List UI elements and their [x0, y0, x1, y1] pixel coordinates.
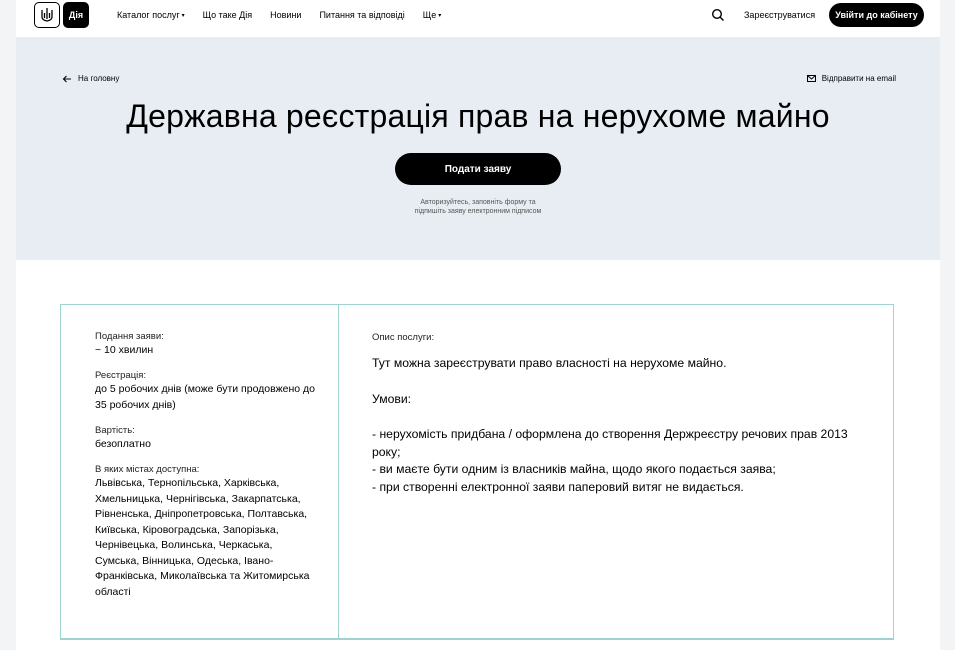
submission-time-label: Подання заяви:: [95, 331, 164, 342]
nav-item-faq[interactable]: Питання та відповіді: [319, 10, 404, 20]
nav-item-label: Питання та відповіді: [319, 10, 405, 20]
cost-label: Вартість:: [95, 425, 135, 436]
back-link[interactable]: На головну: [62, 74, 119, 83]
scrollbar[interactable]: [955, 0, 967, 650]
cost-value: безоплатно: [95, 438, 151, 450]
register-link[interactable]: Зареєструватися: [744, 10, 815, 20]
apply-hint: Авторизуйтесь, заповніть форму та підпиш…: [378, 198, 578, 216]
registration-time-label: Реєстрація:: [95, 370, 147, 381]
login-button[interactable]: Увійти до кабінету: [829, 3, 924, 27]
nav-item-label: Новини: [270, 10, 302, 20]
nav-item-label: Каталог послуг: [117, 10, 180, 20]
top-header: Дія Каталог послуг ▾ Що таке Дія Новини …: [16, 0, 940, 37]
nav-item-catalog[interactable]: Каталог послуг ▾: [117, 10, 185, 20]
service-info-card: Подання заяви: ~ 10 хвилин Реєстрація: д…: [60, 304, 894, 640]
chevron-down-icon: ▾: [438, 12, 442, 19]
registration-time-value: до 5 робочих днів (може бути продовжено …: [95, 383, 315, 411]
description-label: Опис послуги:: [372, 332, 435, 343]
condition-item: - при створенні електронної заяви паперо…: [372, 479, 744, 494]
nav-item-news[interactable]: Новини: [270, 10, 301, 20]
conditions-title: Умови:: [372, 391, 412, 406]
cost: Вартість: безоплатно: [95, 425, 315, 453]
mail-icon: [806, 75, 816, 82]
apply-button[interactable]: Подати заяву: [395, 153, 561, 185]
submission-time-value: ~ 10 хвилин: [95, 344, 154, 356]
send-email-link[interactable]: Відправити на email: [806, 74, 896, 83]
submission-time: Подання заяви: ~ 10 хвилин: [95, 331, 315, 359]
description-body: Тут можна зареєструвати право власності …: [372, 355, 872, 496]
arrow-left-icon: [62, 75, 71, 82]
dia-logo[interactable]: Дія: [63, 2, 89, 28]
trident-logo-icon[interactable]: [34, 2, 60, 28]
main-nav: Каталог послуг ▾ Що таке Дія Новини Пита…: [117, 0, 441, 30]
registration-time: Реєстрація: до 5 робочих днів (може бути…: [95, 370, 315, 413]
available-regions-label: В яких містах доступна:: [95, 464, 200, 475]
service-description: Опис послуги: Тут можна зареєструвати пр…: [339, 305, 893, 638]
page-title: Державна реєстрація прав на нерухоме май…: [126, 98, 830, 134]
service-facts: Подання заяви: ~ 10 хвилин Реєстрація: д…: [61, 305, 339, 638]
nav-item-what-is-dia[interactable]: Що таке Дія: [203, 10, 252, 20]
condition-item: - нерухомість придбана / оформлена до ст…: [372, 427, 848, 459]
apply-hint-line: підпишіть заяву електронним підписом: [414, 208, 542, 215]
nav-item-label: Що таке Дія: [202, 10, 253, 20]
available-regions-value: Львівська, Тернопільська, Харківська, Хм…: [95, 477, 310, 598]
nav-item-more[interactable]: Ще ▾: [423, 10, 441, 20]
send-email-label: Відправити на email: [821, 74, 896, 83]
chevron-down-icon: ▾: [181, 12, 185, 19]
hero-section: На головну Відправити на email Державна …: [16, 37, 940, 260]
back-link-label: На головну: [78, 74, 120, 83]
nav-item-label: Ще: [422, 10, 437, 20]
condition-item: - ви маєте бути одним із власників майна…: [372, 462, 776, 476]
search-icon[interactable]: [711, 8, 725, 22]
available-regions: В яких містах доступна: Львівська, Терно…: [95, 464, 310, 600]
description-intro: Тут можна зареєструвати право власності …: [372, 356, 727, 370]
apply-hint-line: Авторизуйтесь, заповніть форму та: [420, 199, 536, 206]
